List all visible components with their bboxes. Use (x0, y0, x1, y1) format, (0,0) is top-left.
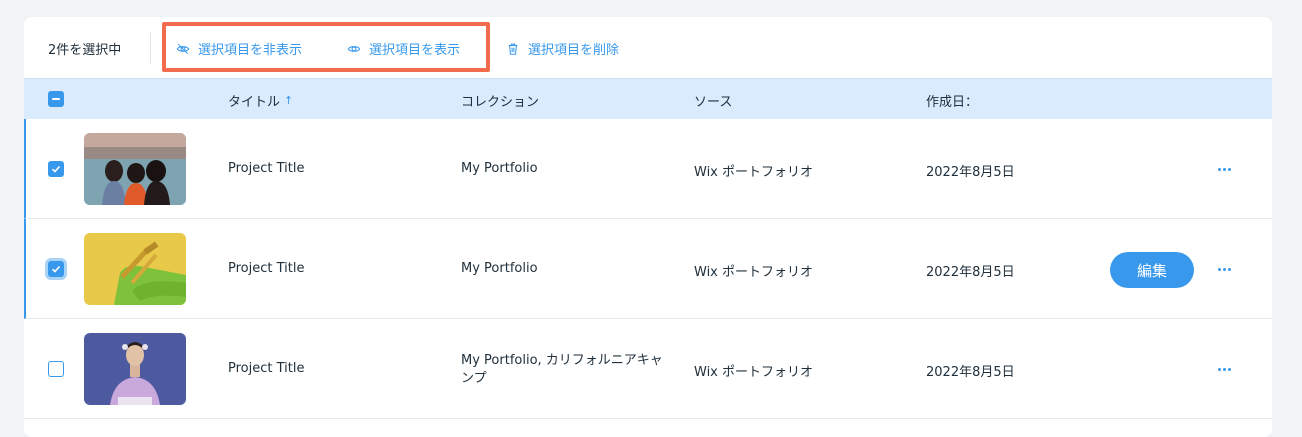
column-header-date[interactable]: 作成日： (926, 91, 978, 110)
trash-icon (508, 43, 518, 55)
row-checkbox[interactable] (48, 261, 64, 277)
eye-slash-icon (176, 43, 190, 54)
column-header-source[interactable]: ソース (694, 91, 732, 110)
row-source: Wix ポートフォリオ (694, 265, 814, 280)
row-title: Project Title (228, 361, 305, 376)
hide-selected-label: 選択項目を非表示 (198, 43, 303, 58)
row-source: Wix ポートフォリオ (694, 165, 814, 180)
row-source: Wix ポートフォリオ (694, 365, 814, 380)
column-header-source-label: ソース (694, 95, 733, 110)
more-dots-icon[interactable] (1214, 359, 1234, 379)
table-header: タイトル ↑ コレクション ソース 作成日： (24, 78, 1272, 119)
column-header-collection-label: コレクション (461, 95, 540, 110)
delete-selected-label: 選択項目を削除 (528, 43, 620, 58)
show-selected-button[interactable]: 選択項目を表示 (347, 39, 460, 58)
edit-button[interactable]: 編集 (1110, 252, 1194, 288)
arrow-up-icon: ↑ (284, 94, 294, 107)
check-icon (51, 165, 61, 173)
select-all-checkbox[interactable] (48, 91, 64, 107)
row-checkbox[interactable] (48, 361, 64, 377)
column-header-title-label: タイトル (228, 95, 281, 110)
column-header-title[interactable]: タイトル ↑ (228, 91, 293, 110)
more-dots-icon[interactable] (1214, 159, 1234, 179)
bulk-action-toolbar: 2件を選択中 選択項目を非表示 選択項目を表示 選択項目を削除 (24, 17, 1272, 78)
more-dots-icon[interactable] (1214, 259, 1234, 279)
row-collection: My Portfolio (461, 161, 538, 176)
content-card: 2件を選択中 選択項目を非表示 選択項目を表示 選択項目を削除 タイトル ↑ コ… (24, 17, 1272, 437)
delete-selected-button[interactable]: 選択項目を削除 (506, 39, 619, 58)
table-row[interactable]: Project Title My Portfolio Wix ポートフォリオ 2… (24, 219, 1272, 319)
column-header-date-label: 作成日： (926, 95, 979, 110)
eye-icon (347, 45, 361, 52)
column-header-collection[interactable]: コレクション (461, 91, 539, 110)
row-created-date: 2022年8月5日 (926, 265, 1015, 280)
show-selected-label: 選択項目を表示 (369, 43, 461, 58)
row-title: Project Title (228, 261, 305, 276)
table-row[interactable]: Project Title My Portfolio, カリフォルニアキャンプ … (24, 319, 1272, 419)
row-created-date: 2022年8月5日 (926, 165, 1015, 180)
row-collection: My Portfolio, カリフォルニアキャンプ (461, 353, 663, 386)
row-checkbox[interactable] (48, 161, 64, 177)
project-thumbnail[interactable] (84, 233, 186, 305)
project-thumbnail[interactable] (84, 333, 186, 405)
check-icon (51, 265, 61, 273)
table-row[interactable]: Project Title My Portfolio Wix ポートフォリオ 2… (24, 119, 1272, 219)
selected-count: 2件を選択中 (48, 43, 122, 58)
hide-selected-button[interactable]: 選択項目を非表示 (176, 39, 302, 58)
row-collection: My Portfolio (461, 261, 538, 276)
project-thumbnail[interactable] (84, 133, 186, 205)
row-created-date: 2022年8月5日 (926, 365, 1015, 380)
row-title: Project Title (228, 161, 305, 176)
toolbar-divider (150, 32, 151, 64)
